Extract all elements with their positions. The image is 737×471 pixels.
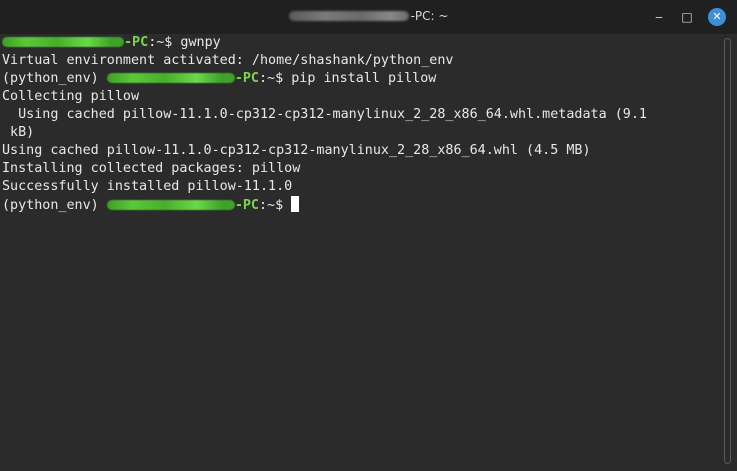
redacted-hostname bbox=[106, 73, 235, 83]
terminal-line: Using cached pillow-11.1.0-cp312-cp312-m… bbox=[2, 143, 591, 158]
title-bar[interactable]: -PC: ~ ‒ □ ✕ bbox=[0, 0, 737, 34]
prompt-host: -PC bbox=[234, 71, 259, 86]
terminal-line: Successfully installed pillow-11.1.0 bbox=[2, 179, 293, 194]
window-title-text: -PC: ~ bbox=[410, 9, 449, 23]
terminal-line: Installing collected packages: pillow bbox=[2, 161, 301, 176]
minimize-button[interactable]: ‒ bbox=[651, 9, 667, 25]
command-text: gwnpy bbox=[172, 35, 221, 50]
redacted-hostname bbox=[106, 200, 235, 210]
window-title: -PC: ~ bbox=[0, 9, 737, 23]
close-button[interactable]: ✕ bbox=[708, 8, 726, 26]
terminal-line: (python_env) -PC:~$ pip install pillow bbox=[2, 70, 722, 88]
prompt-env: (python_env) bbox=[2, 71, 107, 86]
prompt-env: (python_env) bbox=[2, 198, 107, 213]
redacted-hostname bbox=[2, 37, 124, 47]
prompt-host: -PC bbox=[234, 198, 259, 213]
prompt-host: -PC bbox=[124, 35, 149, 50]
terminal-output[interactable]: -PC:~$ gwnpy Virtual environment activat… bbox=[0, 34, 722, 464]
prompt-path: :~$ bbox=[259, 198, 284, 213]
terminal-line: -PC:~$ gwnpy bbox=[2, 34, 722, 52]
scrollbar[interactable] bbox=[723, 38, 732, 466]
terminal-window: -PC: ~ ‒ □ ✕ -PC:~$ gwnpy Virtual enviro… bbox=[0, 0, 737, 471]
maximize-button[interactable]: □ bbox=[679, 9, 695, 25]
redacted-username bbox=[288, 11, 409, 21]
scrollbar-thumb[interactable] bbox=[724, 38, 731, 464]
terminal-line: Using cached pillow-11.1.0-cp312-cp312-m… bbox=[2, 107, 647, 122]
terminal-line: kB) bbox=[2, 125, 35, 140]
prompt-path: :~$ bbox=[148, 35, 173, 50]
terminal-line: Virtual environment activated: /home/sha… bbox=[2, 53, 454, 68]
terminal-cursor bbox=[291, 196, 300, 212]
terminal-line: Collecting pillow bbox=[2, 89, 140, 104]
command-text: pip install pillow bbox=[283, 71, 437, 86]
prompt-path: :~$ bbox=[259, 71, 284, 86]
terminal-line: (python_env) -PC:~$ bbox=[2, 196, 722, 214]
